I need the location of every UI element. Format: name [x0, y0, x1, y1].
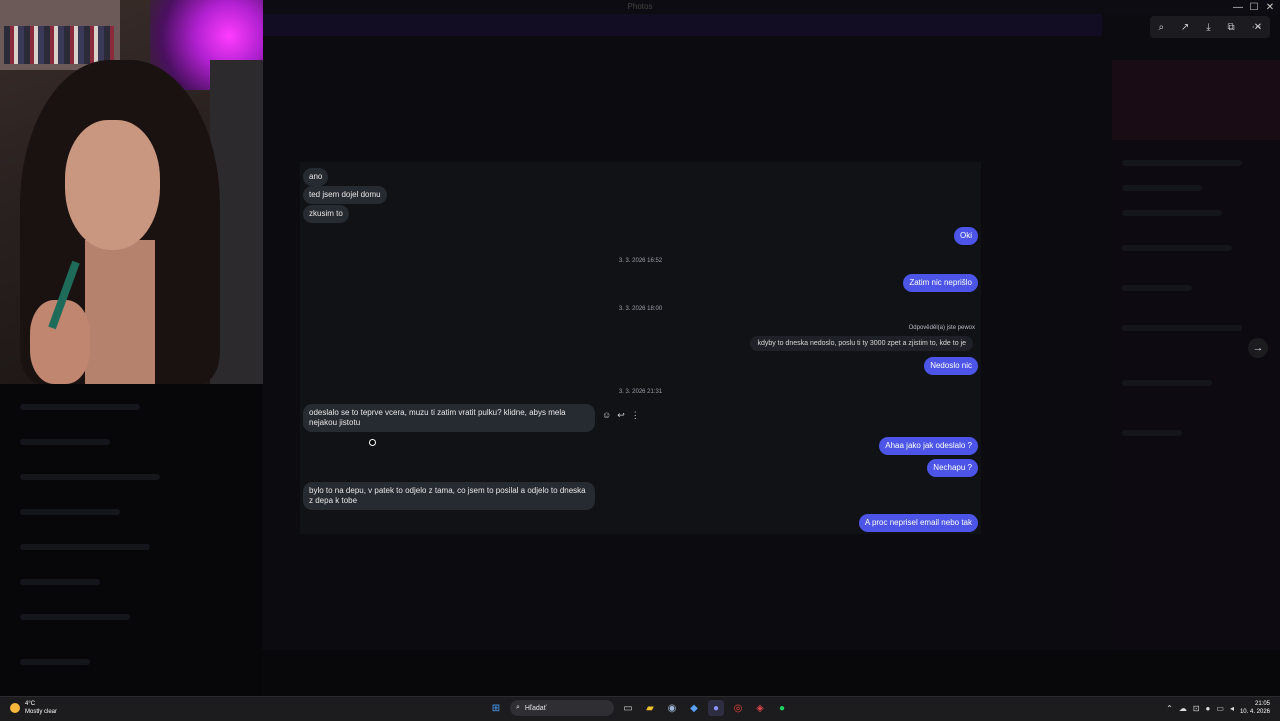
- placeholder-line: [20, 509, 120, 515]
- minimize-button[interactable]: —: [1230, 2, 1246, 13]
- network-icon[interactable]: ⊡: [1193, 704, 1200, 713]
- open-external-icon[interactable]: ⧉: [1227, 22, 1234, 33]
- taskbar: 4°C Mostly clear ⊞ ⌕ Hľadať ▭ ▰ ◉ ◆ ● ◎ …: [0, 696, 1280, 721]
- viewer-close-button[interactable]: ✕: [1250, 22, 1266, 33]
- steam-icon[interactable]: ◉: [664, 700, 680, 716]
- mouse-cursor: [369, 439, 376, 446]
- date-separator: 3. 3. 2026 18:00: [618, 306, 663, 312]
- message-outgoing: A proc neprisel email nebo tak: [858, 514, 978, 532]
- cloud-icon[interactable]: ☁: [1179, 704, 1187, 713]
- message-outgoing: Oki: [954, 227, 978, 245]
- discord-icon[interactable]: ●: [708, 700, 724, 716]
- monitor-icon[interactable]: ▭: [1216, 704, 1224, 713]
- background-composer: [262, 650, 1280, 696]
- date-separator: 3. 3. 2026 16:52: [618, 258, 663, 264]
- books: [4, 26, 114, 64]
- weather-widget[interactable]: 4°C Mostly clear: [10, 700, 57, 716]
- message-incoming: bylo to na depu, v patek to odjelo z tam…: [303, 482, 595, 510]
- placeholder-line: [20, 614, 130, 620]
- message-outgoing: Nechapu ?: [927, 459, 978, 477]
- clock-time: 21:05: [1254, 701, 1270, 707]
- placeholder-line: [1122, 325, 1242, 331]
- background-profile-panel: [1112, 60, 1280, 700]
- streamer-face: [65, 120, 160, 250]
- quoted-message: kdyby to dneska nedoslo, poslu ti ty 300…: [750, 336, 973, 351]
- search-icon: ⌕: [516, 704, 520, 711]
- message-incoming: ano: [303, 168, 329, 186]
- placeholder-line: [1122, 210, 1222, 216]
- share-icon[interactable]: ↗: [1181, 22, 1189, 33]
- volume-icon[interactable]: ◂: [1230, 704, 1234, 713]
- search-placeholder: Hľadať: [524, 704, 547, 712]
- message-incoming: zkusim to: [303, 205, 349, 223]
- file-explorer-icon[interactable]: ▰: [642, 700, 658, 716]
- reply-icon[interactable]: ↩: [617, 410, 625, 421]
- reply-label: Odpověděl(a) jste pewox: [908, 325, 975, 331]
- profile-banner: [1112, 60, 1280, 140]
- download-icon[interactable]: ⤓: [1206, 22, 1210, 33]
- message-outgoing: Zatim nic neprišlo: [903, 274, 978, 292]
- placeholder-line: [20, 439, 110, 445]
- app-icon[interactable]: ◆: [686, 700, 702, 716]
- system-tray: ⌃ ☁ ⊡ ● ▭ ◂ 21:05 10. 4. 2026: [1166, 700, 1270, 716]
- weather-icon: [10, 703, 20, 713]
- maximize-button[interactable]: ☐: [1246, 2, 1262, 13]
- message-incoming: odeslalo se to teprve vcera, muzu ti zat…: [303, 404, 595, 432]
- placeholder-line: [1122, 430, 1182, 436]
- taskbar-apps: ⊞ ⌕ Hľadať ▭ ▰ ◉ ◆ ● ◎ ◈ ●: [488, 700, 790, 716]
- background-sidebar: [0, 384, 262, 696]
- placeholder-line: [1122, 185, 1202, 191]
- placeholder-line: [1122, 245, 1232, 251]
- message-outgoing: Ahaa jako jak odeslalo ?: [879, 437, 978, 455]
- next-image-button[interactable]: →: [1248, 338, 1268, 358]
- placeholder-line: [20, 579, 100, 585]
- task-view-icon[interactable]: ▭: [620, 700, 636, 716]
- weather-desc: Mostly clear: [25, 709, 58, 715]
- message-outgoing: Nedoslo nic: [924, 357, 978, 375]
- placeholder-line: [1122, 160, 1242, 166]
- placeholder-line: [20, 474, 160, 480]
- date-separator: 3. 3. 2026 21:31: [618, 389, 663, 395]
- placeholder-line: [1122, 380, 1212, 386]
- placeholder-line: [20, 544, 150, 550]
- zoom-icon[interactable]: ⌕: [1158, 22, 1164, 33]
- emoji-reaction-icon[interactable]: ☺: [602, 410, 611, 421]
- more-options-icon[interactable]: ⋮: [631, 410, 640, 421]
- start-icon[interactable]: ⊞: [488, 700, 504, 716]
- placeholder-line: [20, 659, 90, 665]
- chevron-up-icon[interactable]: ⌃: [1166, 704, 1173, 713]
- message-actions: ☺ ↩ ⋮: [602, 410, 640, 421]
- placeholder-line: [20, 404, 140, 410]
- window-close-button[interactable]: ✕: [1262, 2, 1278, 13]
- chat-screenshot: ano ted jsem dojel domu zkusim to Oki 3.…: [300, 162, 981, 534]
- microphone-icon[interactable]: ●: [1206, 704, 1211, 713]
- clock-date: 10. 4. 2026: [1239, 709, 1270, 715]
- app-icon[interactable]: ◈: [752, 700, 768, 716]
- streamer-neck: [85, 240, 155, 384]
- placeholder-line: [1122, 285, 1192, 291]
- message-incoming: ted jsem dojel domu: [303, 186, 387, 204]
- webcam-overlay: [0, 0, 263, 384]
- weather-temp: 4°C: [25, 701, 36, 707]
- taskbar-search[interactable]: ⌕ Hľadať: [510, 700, 614, 716]
- chrome-icon[interactable]: ◎: [730, 700, 746, 716]
- spotify-icon[interactable]: ●: [774, 700, 790, 716]
- clock[interactable]: 21:05 10. 4. 2026: [1240, 700, 1270, 716]
- background-header: [262, 14, 1102, 36]
